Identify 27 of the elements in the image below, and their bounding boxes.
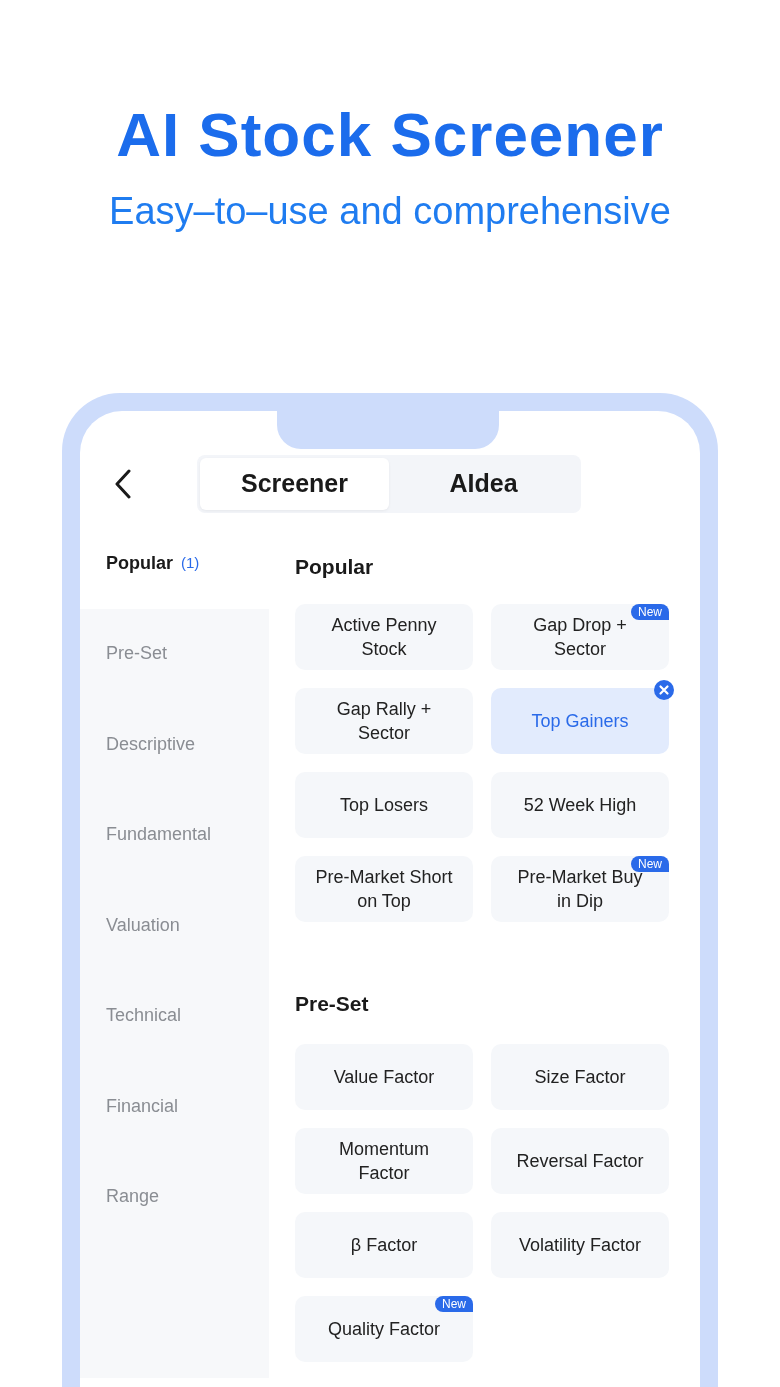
sidebar-item[interactable]: Popular (1) <box>80 518 269 609</box>
new-tag: New <box>435 1296 473 1312</box>
filter-tile[interactable]: Volatility Factor <box>491 1212 669 1278</box>
filter-tile[interactable]: Top Losers <box>295 772 473 838</box>
new-tag: New <box>631 856 669 872</box>
filter-tile[interactable]: Pre-Market Buy in Dip New <box>491 856 669 922</box>
filter-tile[interactable]: Top Gainers <box>491 688 669 754</box>
section-title: Popular <box>295 554 375 580</box>
filter-tile[interactable]: Momentum Factor <box>295 1128 473 1194</box>
filter-tile[interactable]: 52 Week High <box>491 772 669 838</box>
close-icon[interactable] <box>654 680 674 700</box>
filter-tile[interactable]: Active Penny Stock <box>295 604 473 670</box>
back-icon <box>114 469 132 499</box>
tab[interactable]: Screener <box>200 458 389 510</box>
filter-tile[interactable]: Gap Rally + Sector <box>295 688 473 754</box>
filter-tile[interactable]: Gap Drop + Sector New <box>491 604 669 670</box>
filter-tile[interactable]: Quality Factor New <box>295 1296 473 1362</box>
section-title: Pre-Set <box>295 991 370 1017</box>
filter-tile[interactable]: Reversal Factor <box>491 1128 669 1194</box>
headline: AI Stock Screener <box>115 99 665 166</box>
filter-tile[interactable]: Size Factor <box>491 1044 669 1110</box>
tab[interactable]: AIdea <box>389 458 578 510</box>
filter-tile[interactable]: Value Factor <box>295 1044 473 1110</box>
filter-tile[interactable]: Pre-Market Short on Top <box>295 856 473 922</box>
subtitle: Easy–to–use and comprehensive <box>108 192 672 230</box>
new-tag: New <box>631 604 669 620</box>
filter-tile[interactable]: β Factor <box>295 1212 473 1278</box>
